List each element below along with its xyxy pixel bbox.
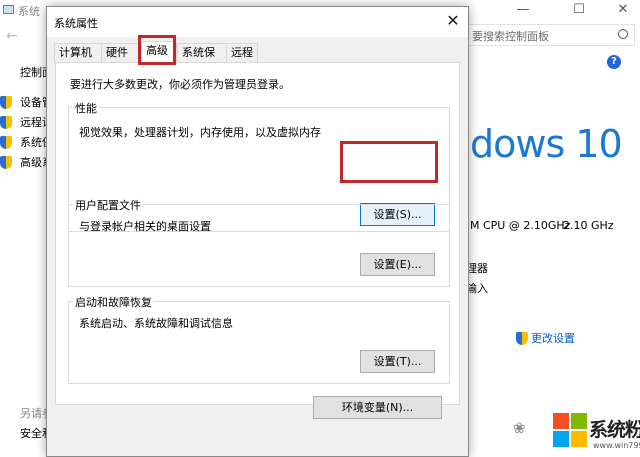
user-profiles-group: 用户配置文件 与登录帐户相关的桌面设置 设置(E)... (68, 197, 450, 287)
system-properties-dialog: 系统属性 ✕ 计算机名 硬件 高级 系统保护 远程 要进行大多数更改，你必须作为… (46, 6, 469, 457)
maximize-button[interactable]: ☐ (556, 0, 602, 22)
shield-icon (0, 155, 12, 169)
watermark-site: 系统粉 (589, 419, 640, 441)
tab-system-protection[interactable]: 系统保护 (177, 43, 227, 77)
system-title: 系统 (18, 5, 40, 18)
environment-variables-button[interactable]: 环境变量(N)... (313, 396, 442, 419)
tab-remote[interactable]: 远程 (226, 43, 258, 63)
processor-label: 理器 (466, 262, 488, 275)
cpu-speed: 2.10 GHz (563, 219, 614, 232)
startup-recovery-group: 启动和故障恢复 系统启动、系统故障和调试信息 设置(T)... (68, 294, 450, 384)
advanced-tab-panel: 要进行大多数更改，你必须作为管理员登录。 性能 视觉效果，处理器计划，内存使用，… (55, 62, 460, 405)
close-button[interactable]: ✕ (600, 0, 640, 22)
shield-icon (0, 115, 12, 129)
wechat-icon: ❀ (513, 419, 526, 437)
search-icon (618, 29, 628, 39)
tab-computer-name[interactable]: 计算机名 (54, 43, 102, 77)
shield-icon (0, 135, 12, 149)
windows-logo-text: dows 10 (470, 122, 623, 166)
watermark: ❀ 系统粉 www.win7999.com (505, 405, 640, 457)
startup-recovery-settings-button[interactable]: 设置(T)... (360, 350, 435, 373)
shield-icon (0, 95, 12, 109)
help-icon[interactable]: ? (607, 55, 621, 69)
startup-recovery-title: 启动和故障恢复 (73, 294, 154, 310)
dialog-titlebar: 系统属性 ✕ (47, 7, 468, 37)
tab-hardware[interactable]: 硬件 (101, 43, 141, 63)
change-settings-link[interactable]: 更改设置 (516, 330, 575, 346)
back-arrow-icon[interactable]: ← (6, 28, 18, 44)
input-label: 输入 (466, 282, 488, 295)
watermark-url: www.win7999.com (593, 441, 640, 450)
windows-logo-icon (553, 413, 587, 447)
search-placeholder: 要搜索控制面板 (472, 30, 549, 43)
shield-icon (516, 331, 528, 345)
close-icon[interactable]: ✕ (443, 11, 463, 31)
performance-button-highlight-box (340, 141, 438, 183)
user-profiles-title: 用户配置文件 (73, 197, 143, 213)
performance-desc: 视觉效果，处理器计划，内存使用，以及虚拟内存 (79, 126, 321, 139)
cpu-info: M CPU @ 2.10GHz (470, 219, 571, 232)
system-icon (3, 5, 14, 14)
admin-note: 要进行大多数更改，你必须作为管理员登录。 (70, 78, 290, 91)
performance-title: 性能 (73, 100, 99, 116)
user-profiles-desc: 与登录帐户相关的桌面设置 (79, 220, 211, 233)
advanced-tab-highlight-box (138, 35, 176, 65)
control-panel-search-input[interactable]: 要搜索控制面板 (465, 24, 635, 46)
startup-recovery-desc: 系统启动、系统故障和调试信息 (79, 317, 233, 330)
change-settings-label: 更改设置 (531, 332, 575, 345)
minimize-button[interactable]: — (500, 0, 546, 22)
user-profiles-settings-button[interactable]: 设置(E)... (360, 253, 435, 276)
dialog-title: 系统属性 (54, 17, 98, 30)
